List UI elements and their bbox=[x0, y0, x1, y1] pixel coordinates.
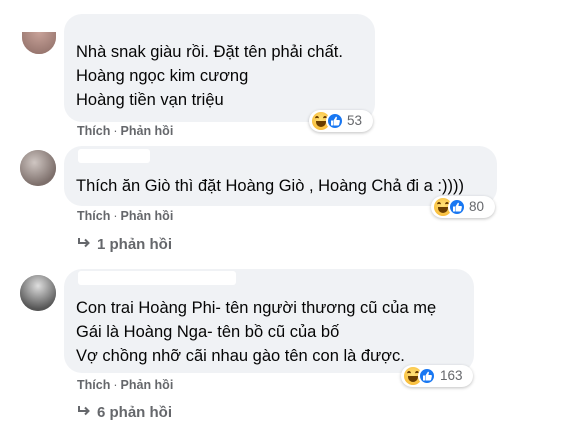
replies-count-label: 1 phản hồi bbox=[97, 236, 172, 253]
avatar[interactable] bbox=[20, 275, 56, 311]
comment-actions: Thích · Phản hồi bbox=[77, 378, 173, 392]
commenter-name[interactable] bbox=[78, 271, 236, 285]
like-link[interactable]: Thích bbox=[77, 124, 110, 138]
like-icon bbox=[448, 198, 466, 216]
comment-text: Thích ăn Giò thì đặt Hoàng Giò , Hoàng C… bbox=[76, 177, 464, 195]
separator-dot: · bbox=[113, 378, 118, 392]
reply-arrow-icon bbox=[77, 404, 97, 421]
replies-count-label: 6 phản hồi bbox=[97, 404, 172, 421]
reaction-summary[interactable]: 53 bbox=[309, 110, 373, 132]
like-link[interactable]: Thích bbox=[77, 209, 110, 223]
separator-dot: · bbox=[113, 124, 118, 138]
reply-arrow-icon bbox=[77, 236, 97, 253]
comment-text: Con trai Hoàng Phi- tên người thương cũ … bbox=[76, 299, 437, 365]
comment-actions: Thích · Phản hồi bbox=[77, 124, 173, 138]
like-icon bbox=[326, 112, 344, 130]
commenter-name[interactable] bbox=[78, 149, 150, 163]
like-link[interactable]: Thích bbox=[77, 378, 110, 392]
reply-link[interactable]: Phản hồi bbox=[121, 124, 174, 138]
reaction-count: 53 bbox=[347, 113, 363, 128]
avatar[interactable] bbox=[20, 150, 56, 186]
avatar[interactable] bbox=[22, 32, 56, 54]
comment-text: Nhà snak giàu rồi. Đặt tên phải chất. Ho… bbox=[76, 43, 343, 109]
separator-dot: · bbox=[113, 209, 118, 223]
reaction-summary[interactable]: 80 bbox=[431, 196, 495, 218]
view-replies-link[interactable]: 1 phản hồi bbox=[77, 236, 172, 253]
view-replies-link[interactable]: 6 phản hồi bbox=[77, 404, 172, 421]
reaction-count: 163 bbox=[440, 368, 463, 383]
reply-link[interactable]: Phản hồi bbox=[121, 378, 174, 392]
comment-actions: Thích · Phản hồi bbox=[77, 209, 173, 223]
reaction-summary[interactable]: 163 bbox=[401, 365, 473, 387]
like-icon bbox=[418, 367, 436, 385]
reaction-count: 80 bbox=[469, 199, 485, 214]
reply-link[interactable]: Phản hồi bbox=[121, 209, 174, 223]
